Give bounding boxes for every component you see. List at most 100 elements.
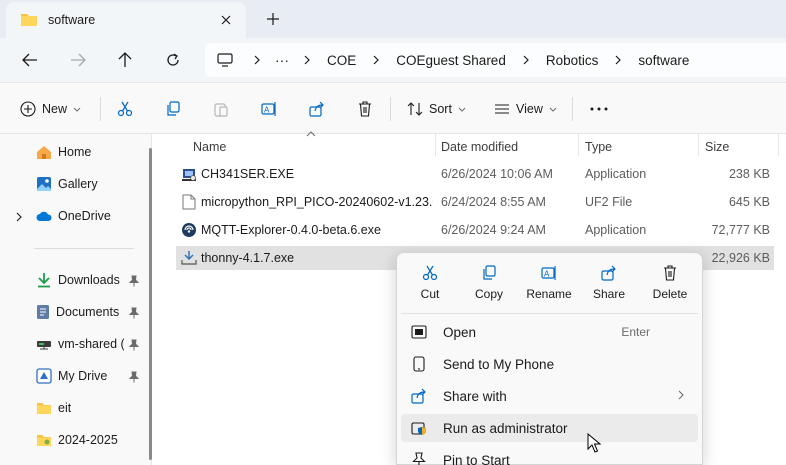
menu-item-run-as-admin[interactable]: Run as administrator [401,414,698,442]
network-drive-icon [36,338,52,350]
clipboard-icon [213,101,229,117]
rename-icon: A [261,101,277,117]
breadcrumb-item[interactable]: Robotics [540,53,605,68]
cut-button[interactable] [117,97,133,121]
column-header-size[interactable]: Size [705,137,729,157]
column-header-name[interactable]: Name [193,137,226,157]
context-share-button[interactable]: Share [579,263,639,307]
table-row[interactable]: MQTT-Explorer-0.4.0-beta.6.exe 6/26/2024… [176,218,774,242]
share-icon [309,101,325,117]
file-date: 6/24/2024 8:55 AM [441,195,546,209]
view-button[interactable]: View [494,97,557,121]
table-row[interactable]: micropython_RPI_PICO-20240602-v1.23.0...… [176,190,774,214]
pin-icon[interactable] [128,339,140,351]
sidebar-item-home[interactable]: Home [36,141,91,163]
quick-access-downloads[interactable]: Downloads [36,269,120,291]
pin-icon [411,452,427,465]
column-divider[interactable] [698,134,699,156]
close-icon[interactable] [216,10,236,30]
toolbar-divider [390,97,391,121]
address-bar[interactable]: ··· COE COEguest Shared Robotics softwar… [205,43,786,77]
more-dots-icon[interactable]: ··· [271,52,293,68]
column-header-date[interactable]: Date modified [441,137,518,157]
quick-access-eit[interactable]: eit [36,397,71,419]
back-arrow-icon[interactable] [18,48,42,72]
file-size: 22,926 KB [711,251,770,265]
pin-icon[interactable] [128,275,140,287]
breadcrumb-item[interactable]: COEguest Shared [390,53,512,68]
cloud-icon [36,210,52,222]
file-size: 645 KB [728,195,770,209]
menu-item-share-with[interactable]: Share with [401,382,698,410]
menu-item-open[interactable]: Open Enter [401,318,698,346]
quick-access-my-drive[interactable]: My Drive [36,365,107,387]
breadcrumb-item[interactable]: COE [321,53,362,68]
sidebar-item-label: Documents [56,305,120,319]
pin-icon[interactable] [128,371,140,383]
chevron-right-icon [610,52,626,68]
sidebar-item-gallery[interactable]: Gallery [36,173,98,195]
quick-access-vm-shared[interactable]: vm-shared (\ [36,333,124,355]
mqtt-app-icon [181,218,197,242]
column-divider[interactable] [778,134,779,156]
toolbar-divider [572,97,573,121]
expand-chevron-icon[interactable] [16,212,22,222]
rename-button[interactable]: A [261,97,277,121]
menu-item-send-to-phone[interactable]: Send to My Phone [401,350,698,378]
admin-shield-icon [411,420,427,436]
context-rename-button[interactable]: A Rename [519,263,579,307]
delete-button[interactable] [357,97,373,121]
quick-access-documents[interactable]: Documents [36,301,119,323]
context-cut-label: Cut [420,287,440,301]
share-button[interactable] [309,97,325,121]
file-type: Application [585,223,647,237]
column-header-type[interactable]: Type [585,137,612,157]
context-delete-button[interactable]: Delete [640,263,700,307]
quick-access-2024-2025[interactable]: 2024-2025 [36,429,118,451]
sidebar-item-label: eit [58,401,72,415]
new-button[interactable]: New [20,97,81,121]
column-divider[interactable] [435,134,436,156]
file-type: Application [585,167,647,181]
file-size: 238 KB [728,167,770,181]
chevron-right-icon [368,52,384,68]
setup-file-icon [181,246,197,270]
up-arrow-icon[interactable] [113,48,137,72]
column-divider[interactable] [578,134,579,156]
sidebar-item-onedrive[interactable]: OneDrive [36,205,111,227]
refresh-icon[interactable] [161,48,185,72]
menu-item-label: Share with [443,388,507,404]
sidebar-item-label: vm-shared (\ [58,337,124,351]
menu-item-shortcut: Enter [621,325,650,339]
sort-icon [407,101,423,117]
view-label: View [516,102,543,116]
document-icon [36,304,50,320]
chevron-down-icon [73,107,81,112]
sidebar-divider [34,248,134,249]
sort-button[interactable]: Sort [407,97,466,121]
pin-icon[interactable] [128,307,140,319]
drive-icon [36,368,52,384]
breadcrumb-current[interactable]: software [632,53,695,68]
sort-label: Sort [429,102,452,116]
context-copy-label: Copy [474,287,503,301]
forward-arrow-icon[interactable] [66,48,90,72]
navigation-bar: ··· COE COEguest Shared Robotics softwar… [0,38,786,82]
monitor-icon [217,53,233,67]
tab-software[interactable]: software [6,2,246,38]
open-icon [411,324,427,340]
plus-icon[interactable] [263,9,283,29]
file-type: UF2 File [585,195,633,209]
more-options-button[interactable] [590,97,608,121]
paste-button[interactable] [213,97,229,121]
command-bar: New A Sort View [0,82,786,134]
context-copy-button[interactable]: Copy [459,263,519,307]
context-cut-button[interactable]: Cut [400,263,460,307]
table-row[interactable]: CH341SER.EXE 6/26/2024 10:06 AM Applicat… [176,162,774,186]
tab-strip: software [0,0,786,38]
copy-button[interactable] [165,97,181,121]
file-date: 6/26/2024 10:06 AM [441,167,553,181]
share-icon [601,265,617,281]
svg-text:A: A [544,270,550,279]
menu-item-pin-to-start[interactable]: Pin to Start [401,446,698,465]
